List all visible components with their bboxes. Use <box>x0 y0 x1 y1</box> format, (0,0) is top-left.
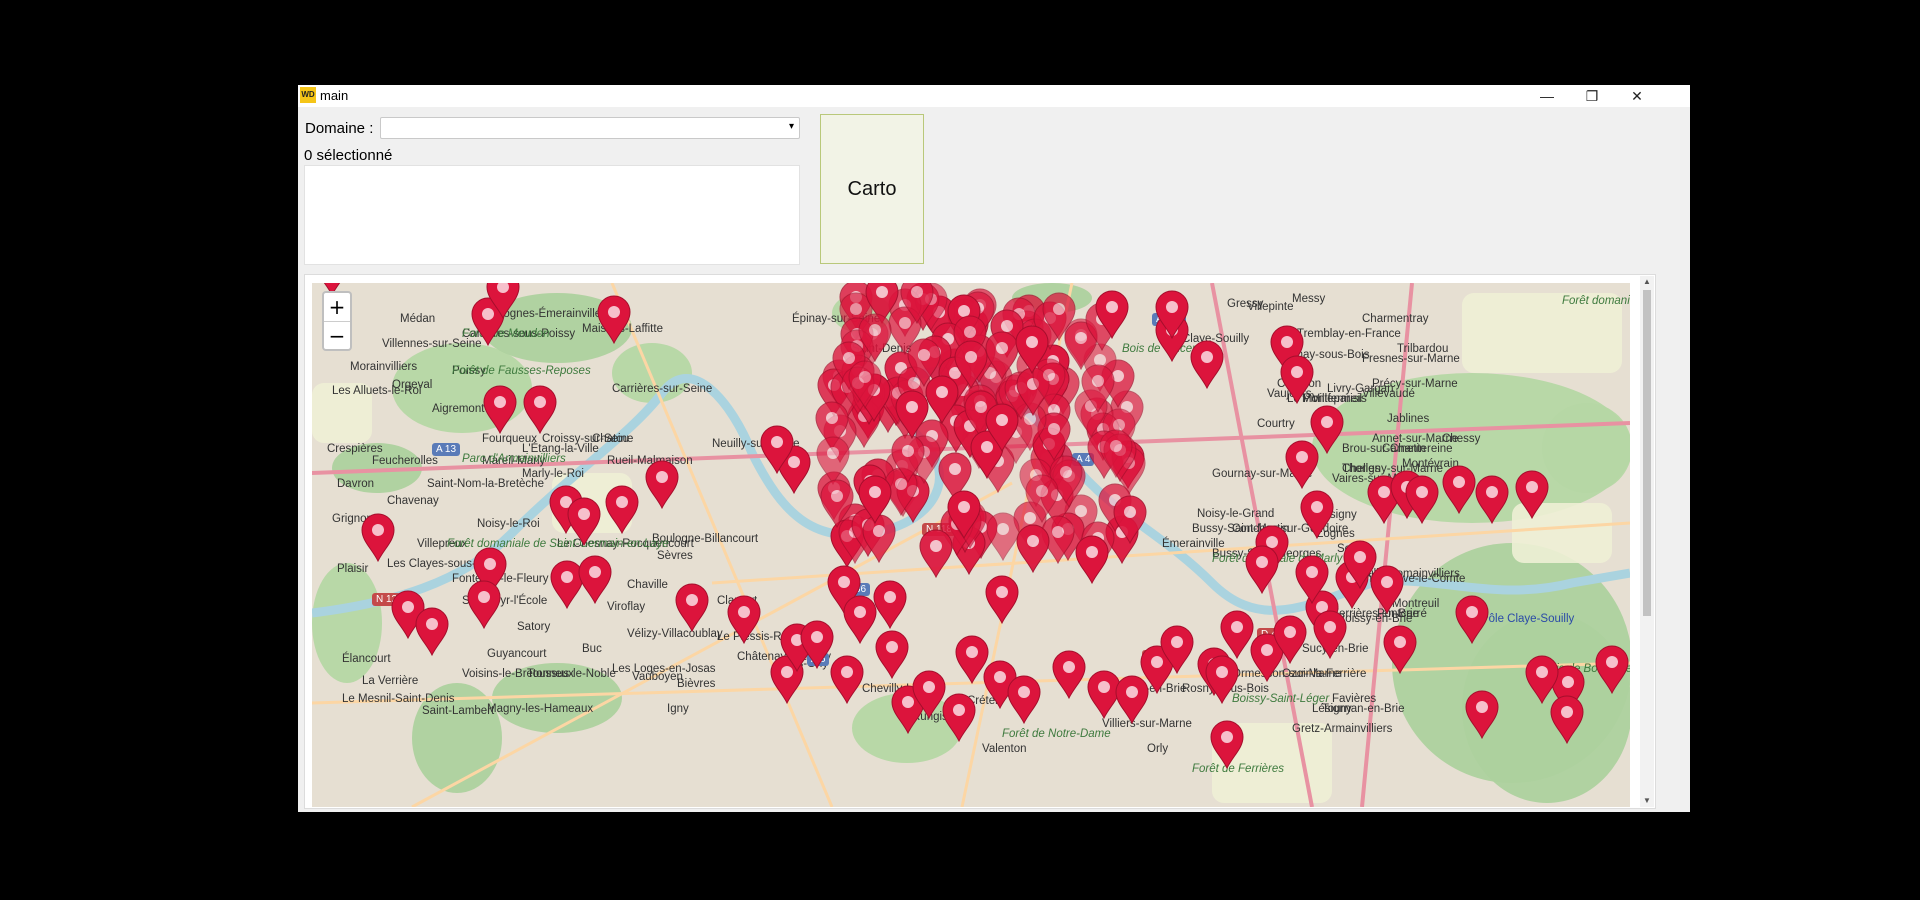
location-marker-icon[interactable] <box>1383 625 1417 675</box>
chevron-down-icon[interactable]: ▾ <box>789 121 794 132</box>
location-marker-icon[interactable] <box>873 580 907 630</box>
location-marker-icon[interactable] <box>830 655 864 705</box>
location-marker-icon[interactable] <box>875 630 909 680</box>
close-button[interactable]: ✕ <box>1614 85 1660 107</box>
zoom-control: + − <box>322 291 352 351</box>
location-marker-icon[interactable] <box>597 295 631 345</box>
maximize-button[interactable]: ❐ <box>1569 85 1615 107</box>
location-marker-icon[interactable] <box>550 560 584 610</box>
location-marker-icon[interactable] <box>567 497 601 547</box>
location-marker-icon[interactable] <box>1550 695 1584 745</box>
app-window: WD main — ❐ ✕ Domaine : ▾ 0 sélectionné … <box>298 85 1690 812</box>
location-marker-icon[interactable] <box>1525 655 1559 705</box>
location-marker-icon[interactable] <box>1087 670 1121 720</box>
location-marker-icon[interactable] <box>942 693 976 743</box>
selection-list[interactable] <box>304 165 800 265</box>
location-marker-icon[interactable] <box>1220 610 1254 660</box>
location-marker-icon[interactable] <box>1052 650 1086 700</box>
location-marker-icon[interactable] <box>955 635 989 685</box>
location-marker-icon[interactable] <box>986 512 1020 562</box>
title-bar[interactable]: WD main — ❐ ✕ <box>298 85 1690 107</box>
location-marker-icon[interactable] <box>1455 595 1489 645</box>
location-marker-icon[interactable] <box>1595 645 1629 695</box>
carto-button[interactable]: Carto <box>820 114 924 264</box>
location-marker-icon[interactable] <box>361 513 395 563</box>
location-marker-icon[interactable] <box>1475 475 1509 525</box>
zoom-out-button[interactable]: − <box>324 322 350 350</box>
location-marker-icon[interactable] <box>675 583 709 633</box>
location-marker-icon[interactable] <box>727 595 761 645</box>
location-marker-icon[interactable] <box>578 555 612 605</box>
scroll-up-arrow-icon[interactable]: ▲ <box>1640 276 1654 288</box>
location-marker-icon[interactable] <box>1370 565 1404 615</box>
scroll-thumb[interactable] <box>1643 290 1651 616</box>
location-marker-icon[interactable] <box>1515 470 1549 520</box>
location-marker-icon[interactable] <box>1245 545 1279 595</box>
location-marker-icon[interactable] <box>523 385 557 435</box>
map-view[interactable]: Carrières-sous-Poissy Poissy Médan Villenne… <box>312 283 1630 807</box>
location-marker-icon[interactable] <box>1280 355 1314 405</box>
location-marker-icon[interactable] <box>1310 405 1344 455</box>
domaine-dropdown[interactable]: ▾ <box>380 117 800 139</box>
map-markers <box>323 283 1629 770</box>
location-marker-icon[interactable] <box>1115 675 1149 725</box>
minimize-button[interactable]: — <box>1524 85 1570 107</box>
location-marker-icon[interactable] <box>800 620 834 670</box>
location-marker-icon[interactable] <box>1285 440 1319 490</box>
location-marker-icon[interactable] <box>1075 535 1109 585</box>
domaine-label: Domaine : <box>305 120 374 137</box>
location-marker-icon[interactable] <box>1442 465 1476 515</box>
location-marker-icon[interactable] <box>985 575 1019 625</box>
location-marker-icon[interactable] <box>1465 690 1499 740</box>
scroll-down-arrow-icon[interactable]: ▼ <box>1640 795 1654 807</box>
location-marker-icon[interactable] <box>467 580 501 630</box>
zoom-in-button[interactable]: + <box>324 293 350 322</box>
location-marker-icon[interactable] <box>1405 475 1439 525</box>
location-marker-icon[interactable] <box>1313 610 1347 660</box>
location-marker-icon[interactable] <box>1016 524 1050 574</box>
location-marker-icon[interactable] <box>1205 655 1239 705</box>
location-marker-icon[interactable] <box>415 607 449 657</box>
selected-count-label: 0 sélectionné <box>304 147 393 164</box>
location-marker-icon[interactable] <box>1007 675 1041 725</box>
location-marker-icon[interactable] <box>1190 340 1224 390</box>
location-marker-icon[interactable] <box>605 485 639 535</box>
vertical-scrollbar[interactable]: ▲ ▼ <box>1640 276 1654 807</box>
window-title: main <box>320 88 349 103</box>
location-marker-icon[interactable] <box>483 385 517 435</box>
app-logo-icon: WD <box>300 87 316 103</box>
location-marker-icon[interactable] <box>1300 490 1334 540</box>
map-frame: Carrières-sous-Poissy Poissy Médan Villenne… <box>304 274 1656 809</box>
location-marker-icon[interactable] <box>843 595 877 645</box>
location-marker-icon[interactable] <box>919 529 953 579</box>
location-marker-icon[interactable] <box>1210 720 1244 770</box>
location-marker-icon[interactable] <box>645 460 679 510</box>
